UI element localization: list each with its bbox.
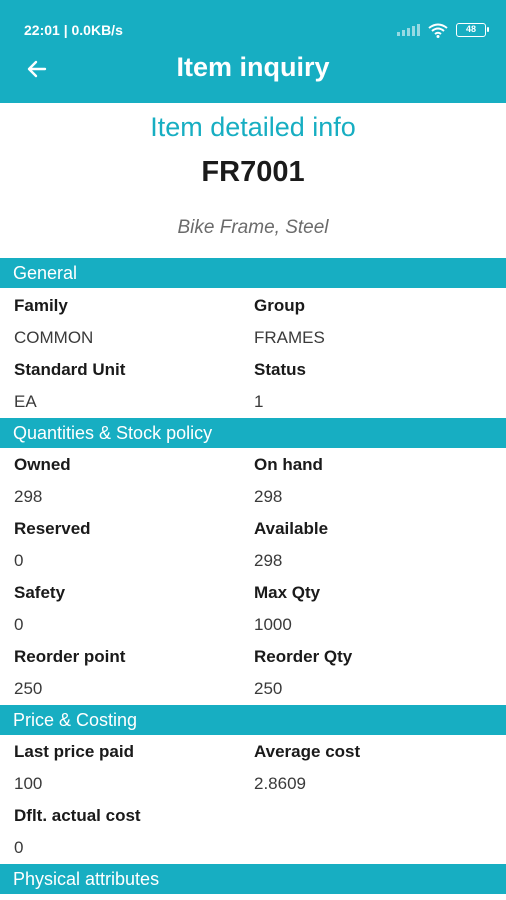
reserved-value: 0 bbox=[14, 551, 24, 570]
wifi-icon bbox=[428, 23, 448, 38]
owned-label: Owned bbox=[14, 455, 71, 474]
last-price-label: Last price paid bbox=[14, 742, 134, 761]
item-header: Item detailed info FR7001 Bike Frame, St… bbox=[0, 103, 506, 257]
average-cost-value: 2.8609 bbox=[254, 774, 306, 793]
group-value: FRAMES bbox=[254, 328, 325, 347]
status-time: 22:01 | 0.0KB/s bbox=[24, 22, 123, 38]
section-price-header: Price & Costing bbox=[0, 705, 506, 735]
section-general-header: General bbox=[0, 258, 506, 288]
app-bar: 22:01 | 0.0KB/s 48 Item inquiry bbox=[0, 0, 506, 103]
reserved-label: Reserved bbox=[14, 519, 91, 538]
page-title: Item inquiry bbox=[176, 52, 330, 82]
average-cost-label: Average cost bbox=[254, 742, 361, 761]
reorder-point-value: 250 bbox=[14, 679, 43, 698]
section-physical-header: Physical attributes bbox=[0, 864, 506, 894]
available-label: Available bbox=[254, 519, 329, 538]
reorder-qty-label: Reorder Qty bbox=[254, 647, 353, 666]
status-icons: 48 bbox=[397, 22, 489, 38]
dflt-actual-cost-label: Dflt. actual cost bbox=[14, 806, 141, 825]
family-label: Family bbox=[14, 296, 68, 315]
status-label: Status bbox=[254, 360, 306, 379]
battery-icon: 48 bbox=[456, 23, 489, 37]
on-hand-label: On hand bbox=[254, 455, 323, 474]
reorder-point-label: Reorder point bbox=[14, 647, 126, 666]
standard-unit-label: Standard Unit bbox=[14, 360, 126, 379]
item-description: Bike Frame, Steel bbox=[177, 217, 329, 238]
group-label: Group bbox=[254, 296, 305, 315]
owned-value: 298 bbox=[14, 487, 43, 506]
on-hand-value: 298 bbox=[254, 487, 283, 506]
max-qty-value: 1000 bbox=[254, 615, 292, 634]
status-bar: 22:01 | 0.0KB/s 48 bbox=[0, 0, 506, 40]
reorder-qty-value: 250 bbox=[254, 679, 283, 698]
item-heading: Item detailed info bbox=[150, 112, 356, 142]
signal-icon bbox=[397, 24, 420, 36]
section-quantities-header: Quantities & Stock policy bbox=[0, 418, 506, 448]
safety-label: Safety bbox=[14, 583, 66, 602]
family-value: COMMON bbox=[14, 328, 94, 347]
dflt-actual-cost-value: 0 bbox=[14, 838, 24, 857]
status-value: 1 bbox=[254, 392, 264, 411]
standard-unit-value: EA bbox=[14, 392, 37, 411]
last-price-value: 100 bbox=[14, 774, 43, 793]
item-code: FR7001 bbox=[201, 156, 305, 188]
max-qty-label: Max Qty bbox=[254, 583, 321, 602]
available-value: 298 bbox=[254, 551, 283, 570]
safety-value: 0 bbox=[14, 615, 24, 634]
